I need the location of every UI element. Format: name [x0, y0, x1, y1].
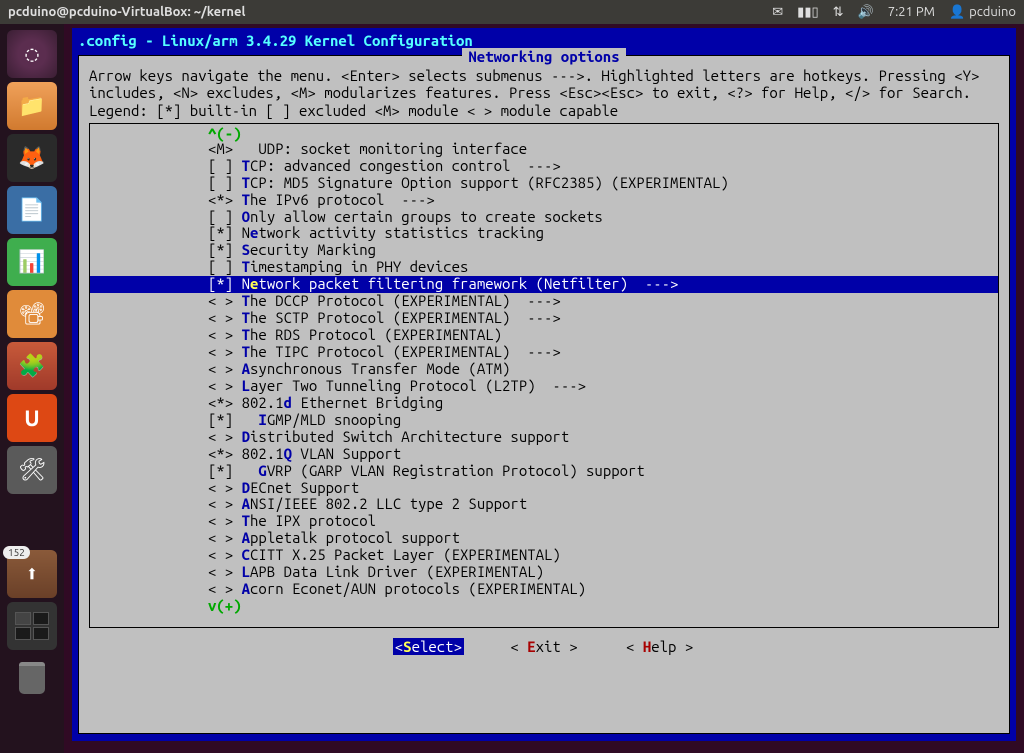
scroll-up-indicator: ^(-): [90, 126, 998, 141]
files-icon[interactable]: 📁: [7, 82, 57, 130]
menuconfig-option[interactable]: [*] IGMP/MLD snooping: [90, 412, 998, 429]
libreoffice-impress-icon[interactable]: 📽: [7, 290, 57, 338]
menuconfig-option[interactable]: [ ] Timestamping in PHY devices: [90, 259, 998, 276]
unity-top-panel: pcduino@pcduino-VirtualBox: ~/kernel ✉ ▮…: [0, 0, 1024, 24]
menuconfig-option[interactable]: [*] GVRP (GARP VLAN Registration Protoco…: [90, 463, 998, 480]
menuconfig-option[interactable]: < > CCITT X.25 Packet Layer (EXPERIMENTA…: [90, 547, 998, 564]
exit-button[interactable]: < Exit >: [508, 638, 579, 655]
libreoffice-calc-icon[interactable]: 📊: [7, 238, 57, 286]
menuconfig-option[interactable]: [ ] Only allow certain groups to create …: [90, 209, 998, 226]
libreoffice-writer-icon[interactable]: 📄: [7, 186, 57, 234]
menuconfig-option[interactable]: < > The IPX protocol: [90, 513, 998, 530]
unity-launcher: ◌ 📁 🦊 📄 📊 📽 🧩 U 🛠 152 ⬆: [0, 24, 64, 753]
scroll-down-indicator: v(+): [90, 598, 998, 613]
menuconfig-option[interactable]: < > The DCCP Protocol (EXPERIMENTAL) ---…: [90, 293, 998, 310]
window-title: pcduino@pcduino-VirtualBox: ~/kernel: [8, 5, 772, 19]
menuconfig-option-list[interactable]: ^(-) <M> UDP: socket monitoring interfac…: [89, 123, 999, 628]
software-updater-icon[interactable]: 152 ⬆: [7, 550, 57, 598]
ubuntu-one-icon[interactable]: U: [7, 394, 57, 442]
menuconfig-option[interactable]: < > DECnet Support: [90, 480, 998, 497]
firefox-icon[interactable]: 🦊: [7, 134, 57, 182]
session-menu[interactable]: 👤 pcduino: [949, 5, 1016, 20]
network-icon[interactable]: ⇅: [833, 5, 844, 20]
menuconfig-option[interactable]: [ ] TCP: advanced congestion control ---…: [90, 158, 998, 175]
menuconfig-help-text: Arrow keys navigate the menu. <Enter> se…: [89, 67, 999, 119]
menuconfig-option[interactable]: [*] Network packet filtering framework (…: [90, 276, 998, 293]
software-center-icon[interactable]: 🧩: [7, 342, 57, 390]
indicator-area: ✉ ▮▮▯ ⇅ 🔊 7:21 PM 👤 pcduino: [772, 5, 1016, 20]
menuconfig-option[interactable]: < > Asynchronous Transfer Mode (ATM): [90, 361, 998, 378]
select-button[interactable]: <Select>: [393, 638, 464, 655]
menuconfig-option[interactable]: [ ] TCP: MD5 Signature Option support (R…: [90, 175, 998, 192]
menuconfig-option[interactable]: < > Appletalk protocol support: [90, 530, 998, 547]
menuconfig-option[interactable]: <*> 802.1d Ethernet Bridging: [90, 395, 998, 412]
menuconfig-option[interactable]: < > ANSI/IEEE 802.2 LLC type 2 Support: [90, 496, 998, 513]
menuconfig-dialog: Networking options Arrow keys navigate t…: [78, 55, 1010, 734]
system-settings-icon[interactable]: 🛠: [7, 446, 57, 494]
menuconfig-button-bar: <Select> < Exit > < Help >: [89, 638, 999, 655]
menuconfig-option[interactable]: < > Acorn Econet/AUN protocols (EXPERIME…: [90, 581, 998, 598]
workspace-switcher-icon[interactable]: [7, 602, 57, 650]
menuconfig-option[interactable]: < > The RDS Protocol (EXPERIMENTAL): [90, 327, 998, 344]
battery-icon[interactable]: ▮▮▯: [797, 5, 818, 20]
menuconfig-option[interactable]: <M> UDP: socket monitoring interface: [90, 141, 998, 158]
menuconfig-option[interactable]: < > Distributed Switch Architecture supp…: [90, 429, 998, 446]
trash-icon[interactable]: [7, 654, 57, 702]
help-button[interactable]: < Help >: [624, 638, 695, 655]
menuconfig-option[interactable]: < > The SCTP Protocol (EXPERIMENTAL) ---…: [90, 310, 998, 327]
menuconfig-option[interactable]: <*> 802.1Q VLAN Support: [90, 446, 998, 463]
menuconfig-option[interactable]: < > Layer Two Tunneling Protocol (L2TP) …: [90, 378, 998, 395]
clock[interactable]: 7:21 PM: [888, 5, 935, 19]
menuconfig-option[interactable]: < > The TIPC Protocol (EXPERIMENTAL) ---…: [90, 344, 998, 361]
updates-badge: 152: [3, 546, 30, 559]
menuconfig-option[interactable]: <*> The IPv6 protocol --->: [90, 192, 998, 209]
menuconfig-section-title: Networking options: [89, 48, 999, 65]
user-name: pcduino: [969, 5, 1016, 19]
terminal-window: .config - Linux/arm 3.4.29 Kernel Config…: [64, 24, 1024, 753]
mail-icon[interactable]: ✉: [772, 5, 783, 20]
user-icon: 👤: [949, 5, 965, 20]
menuconfig-option[interactable]: [*] Security Marking: [90, 242, 998, 259]
menuconfig-option[interactable]: [*] Network activity statistics tracking: [90, 225, 998, 242]
menuconfig-screen[interactable]: .config - Linux/arm 3.4.29 Kernel Config…: [72, 28, 1016, 741]
sound-icon[interactable]: 🔊: [858, 5, 874, 20]
dash-icon[interactable]: ◌: [7, 30, 57, 78]
menuconfig-title: .config - Linux/arm 3.4.29 Kernel Config…: [72, 28, 1016, 49]
menuconfig-option[interactable]: < > LAPB Data Link Driver (EXPERIMENTAL): [90, 564, 998, 581]
